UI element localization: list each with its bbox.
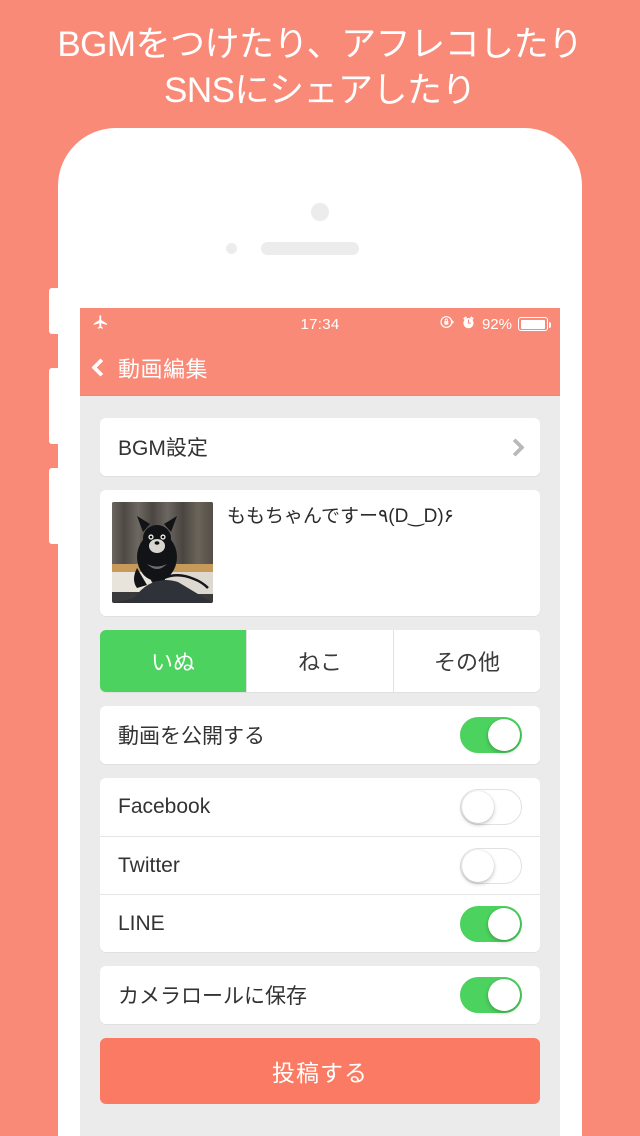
toggle-knob (462, 791, 494, 823)
toggle-knob (488, 979, 520, 1011)
camera-roll-label: カメラロールに保存 (118, 985, 307, 1008)
share-label-twitter: Twitter (118, 853, 180, 877)
share-toggle-facebook[interactable] (460, 789, 522, 825)
chevron-right-icon (506, 437, 525, 457)
chevron-left-icon (91, 358, 110, 377)
battery-icon (518, 317, 551, 331)
bgm-settings-row[interactable]: BGM設定 (100, 418, 540, 476)
alarm-clock-icon (461, 315, 476, 334)
toggle-knob (488, 719, 520, 751)
camera-roll-row[interactable]: カメラロールに保存 (100, 966, 540, 1024)
publish-video-label: 動画を公開する (118, 725, 265, 748)
segment-other[interactable]: その他 (394, 630, 540, 692)
camera-roll-toggle[interactable] (460, 977, 522, 1013)
publish-video-row[interactable]: 動画を公開する (100, 706, 540, 764)
phone-volume-up-button (49, 368, 59, 444)
share-services-card: Facebook Twitter LINE (100, 778, 540, 952)
share-row-facebook[interactable]: Facebook (100, 778, 540, 836)
post-button[interactable]: 投稿する (100, 1038, 540, 1104)
page-title: 動画編集 (118, 356, 209, 382)
category-segmented-control[interactable]: いぬ ねこ その他 (100, 630, 540, 692)
video-caption-card[interactable]: ももちゃんですー٩(D‿D)۶ (100, 490, 540, 616)
navigation-bar: 動画編集 (80, 340, 560, 396)
video-caption-text: ももちゃんですー٩(D‿D)۶ (227, 506, 454, 527)
camera-roll-card: カメラロールに保存 (100, 966, 540, 1024)
promo-headline: BGMをつけたり、アフレコしたり SNSにシェアしたり (57, 25, 583, 110)
front-camera-icon (311, 203, 329, 221)
share-toggle-line[interactable] (460, 905, 522, 942)
share-row-line[interactable]: LINE (100, 894, 540, 952)
phone-mute-switch (49, 288, 59, 334)
bgm-settings-label: BGM設定 (118, 437, 208, 460)
earpiece-speaker (261, 242, 359, 255)
settings-content: BGM設定 ももちゃんですー٩(D‿D)۶ いぬ ねこ その他 動画を公開する … (80, 396, 560, 1104)
phone-volume-down-button (49, 468, 59, 544)
phone-mockup: 17:34 92% 動画編集 BGM設定 ももちゃんですー٩(D‿D)۶ いぬ … (49, 128, 582, 1136)
phone-screen: 17:34 92% 動画編集 BGM設定 ももちゃんですー٩(D‿D)۶ いぬ … (80, 308, 560, 1136)
back-button[interactable]: 動画編集 (91, 352, 209, 384)
toggle-knob (488, 907, 520, 940)
segment-inu[interactable]: いぬ (100, 630, 247, 692)
publish-card: 動画を公開する (100, 706, 540, 764)
battery-percent-label: 92% (481, 315, 512, 333)
segment-neko[interactable]: ねこ (247, 630, 394, 692)
share-label-facebook: Facebook (118, 795, 211, 818)
video-thumbnail[interactable] (112, 502, 213, 603)
bgm-settings-card[interactable]: BGM設定 (100, 418, 540, 476)
status-bar: 17:34 92% (80, 308, 560, 340)
share-label-line: LINE (118, 911, 165, 935)
publish-video-toggle[interactable] (460, 717, 522, 753)
proximity-sensor-icon (226, 243, 237, 254)
rotation-lock-icon (439, 314, 455, 334)
share-toggle-twitter[interactable] (460, 847, 522, 884)
share-row-twitter[interactable]: Twitter (100, 836, 540, 894)
toggle-knob (462, 849, 494, 882)
